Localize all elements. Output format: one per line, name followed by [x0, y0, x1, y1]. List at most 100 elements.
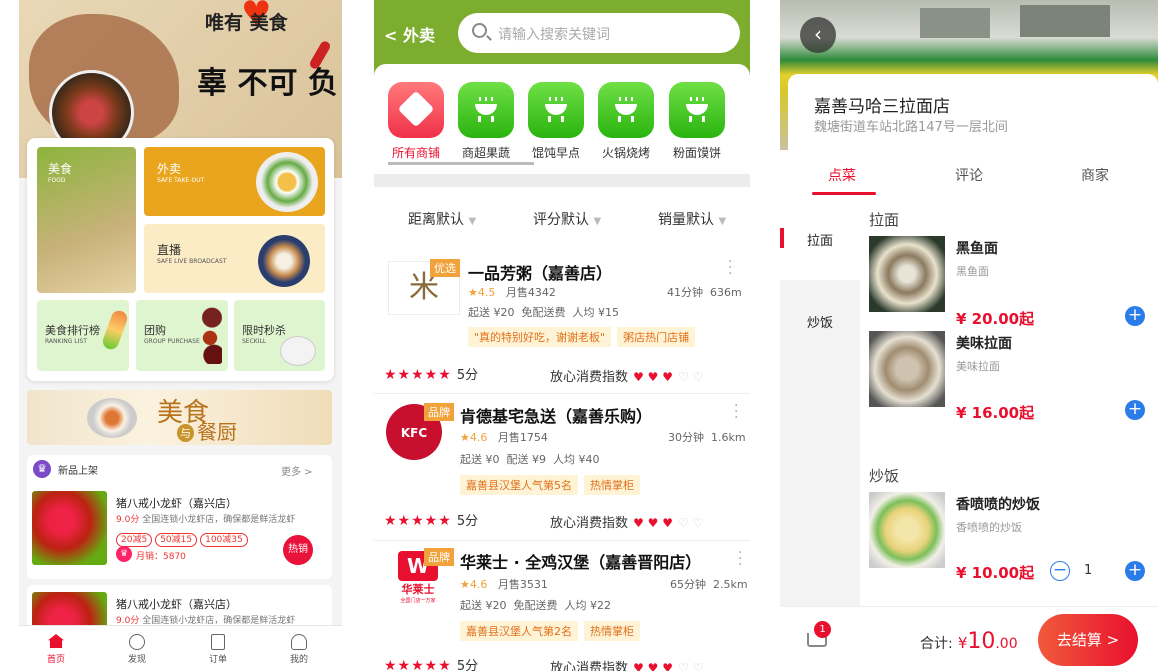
category-noodles[interactable] [669, 82, 725, 138]
back-button[interactable]: < 外卖 [384, 22, 435, 46]
grill-icon [475, 97, 497, 122]
store-name: 一品芳粥（嘉善店） [468, 264, 613, 283]
caret-down-icon: ▼ [593, 216, 602, 227]
dish-price: ¥ 20.00起 [956, 310, 1035, 328]
star-icon: ★ [468, 286, 478, 299]
store-badge: 品牌 [424, 403, 454, 421]
section-title: 拉面 [869, 211, 900, 229]
store-card[interactable]: W 华莱士 全国门店一万家 品牌 华莱士 · 全鸡汉堡（嘉善晋阳店） · · · ★… [374, 541, 750, 671]
store-fees: 起送 ¥20 免配送费 人均 ¥22 [460, 599, 611, 612]
tile-subtitle: RANKING LIST [45, 338, 87, 345]
heart-icon: ♥ ♥ ♥ [633, 661, 674, 671]
store-fees: 起送 ¥0 配送 ¥9 人均 ¥40 [460, 453, 600, 466]
tile-food[interactable]: 美食 FOOD [37, 147, 136, 293]
store-rating: 4.5 [477, 286, 496, 299]
more-icon[interactable]: · · · [734, 399, 738, 425]
add-button[interactable]: + [1125, 306, 1145, 326]
sort-label: 评分默认 [533, 212, 589, 228]
coupon-badge: 20减5 [116, 533, 153, 547]
category-label: 商超果蔬 [461, 146, 510, 160]
tab-label: 订单 [208, 655, 227, 665]
tile-subtitle: SECKILL [242, 338, 267, 345]
total-label: 合计: [920, 636, 953, 652]
tab-orders[interactable]: 订单 [198, 634, 238, 665]
category-breakfast[interactable] [528, 82, 584, 138]
store-card[interactable]: 米 优选 一品芳粥（嘉善店） · · · ★4.5 月售4342 41分钟 636m… [374, 247, 750, 393]
more-icon[interactable]: · · · [728, 255, 732, 281]
sort-rating[interactable]: 评分默认 ▼ [533, 209, 601, 229]
tile-subtitle: GROUP PURCHASE [144, 338, 200, 345]
tab-home[interactable]: 首页 [36, 634, 76, 665]
category-label: 火锅烧烤 [601, 146, 650, 160]
sort-sales[interactable]: 销量默认 ▼ [658, 209, 726, 229]
tile-takeout[interactable]: 外卖 SAFE TAKE-OUT [144, 147, 325, 216]
delivery-info: 30分钟 1.6km [668, 429, 746, 445]
sidebar-item-fried-rice[interactable]: 炒饭 [780, 280, 860, 360]
tab-menu[interactable]: 点菜 [828, 165, 856, 185]
tile-group[interactable]: 团购 GROUP PURCHASE [136, 300, 228, 371]
tag-row: 嘉善县汉堡人气第5名 热情掌柜 [460, 474, 646, 495]
coupon-badge: 50减15 [155, 533, 198, 547]
promo-connector: 与 [177, 424, 194, 442]
more-icon[interactable]: · · · [738, 546, 742, 572]
search-input[interactable]: 请输入搜索关键词 [458, 13, 740, 53]
score-row: ★★★★★ 5分 [384, 655, 478, 671]
more-link[interactable]: 更多 > [281, 463, 313, 478]
tab-discover[interactable]: 发现 [117, 634, 157, 665]
phone-home: ♥ 唯有 美食 辜 不可 负 美食 FOOD 外卖 SAFE TAKE-OUT … [19, 0, 342, 671]
tag-icon [397, 90, 435, 128]
store-card[interactable]: KFC 品牌 肯德基宅急送（嘉善乐购） · · · ★4.6 月售1754 30分钟… [374, 394, 750, 540]
tab-label: 我的 [289, 655, 308, 665]
dish-desc: 黑鱼面 [956, 265, 989, 278]
add-button[interactable]: + [1125, 561, 1145, 581]
new-items-card: ♛ 新品上架 更多 > 猪八戒小龙虾（嘉兴店） 9.0分 全国连锁小龙虾店，确保… [27, 455, 332, 579]
distance: 2.5km [713, 578, 748, 591]
promo-banner[interactable]: 美食 与 餐厨 [27, 390, 332, 445]
store-sales: 月售3531 [497, 578, 548, 591]
caret-down-icon: ▼ [718, 216, 727, 227]
trust-label: 放心消费指数 [550, 370, 629, 385]
menu-item[interactable]: 美味拉面 美味拉面 ¥ 16.00起 + [869, 331, 1149, 422]
section-title: 新品上架 [58, 466, 98, 477]
heart-icon: ♥ ♥ ♥ [633, 370, 674, 384]
phone-shop: ‹ 嘉善马哈三拉面店 魏塘街道车站北路147号一层北间 点菜 评论 商家 拉面 … [780, 0, 1158, 671]
tab-reviews[interactable]: 评论 [955, 165, 983, 185]
menu-item[interactable]: 黑鱼面 黑鱼面 ¥ 20.00起 + [869, 236, 1149, 328]
store-sales: 月售1754 [497, 431, 548, 444]
sort-distance[interactable]: 距离默认 ▼ [408, 209, 476, 229]
dish-image [869, 492, 945, 568]
trust-row: 放心消费指数 ♥ ♥ ♥ ♡ ♡ [550, 366, 703, 385]
delivery-time: 65分钟 [670, 578, 706, 591]
tile-ranking[interactable]: 美食排行榜 RANKING LIST [37, 300, 130, 371]
back-button[interactable]: ‹ [800, 17, 836, 53]
tab-profile[interactable]: 我的 [279, 634, 319, 665]
item-name: 猪八戒小龙虾（嘉兴店） [116, 497, 237, 510]
remove-button[interactable]: − [1050, 561, 1070, 581]
rating-row: ★4.6 月售3531 [460, 576, 548, 592]
dish-desc: 香喷喷的炒饭 [956, 521, 1022, 534]
heart-outline-icon: ♡ ♡ [678, 370, 704, 384]
sidebar-item-lamian[interactable]: 拉面 [780, 198, 860, 280]
category-all[interactable] [388, 82, 444, 138]
total-amount: 10 [967, 629, 996, 654]
checkout-button[interactable]: 去结算 > [1038, 614, 1138, 666]
store-score: 5分 [456, 368, 479, 383]
category-hotpot[interactable] [598, 82, 654, 138]
category-scroll-indicator [388, 162, 534, 165]
category-grocery[interactable] [458, 82, 514, 138]
rating-row: ★4.6 月售1754 [460, 429, 548, 445]
sidebar-active-indicator [780, 228, 784, 248]
tab-merchant[interactable]: 商家 [1081, 165, 1109, 185]
tab-label: 首页 [46, 655, 65, 665]
tile-title: 限时秒杀 [242, 324, 286, 337]
shop-address: 魏塘街道车站北路147号一层北间 [814, 120, 1008, 135]
tile-live[interactable]: 直播 SAFE LIVE BROADCAST [144, 224, 325, 293]
list-item[interactable]: 猪八戒小龙虾（嘉兴店） 9.0分 全国连锁小龙虾店，确保都是鲜活龙虾 20减5 5… [27, 491, 332, 571]
menu-item[interactable]: 香喷喷的炒饭 香喷喷的炒饭 ¥ 10.00起 − 1 + [869, 492, 1149, 582]
heart-outline-icon: ♡ ♡ [678, 661, 704, 671]
add-button[interactable]: + [1125, 400, 1145, 420]
tile-seckill[interactable]: 限时秒杀 SECKILL [234, 300, 325, 371]
store-logo-text: KFC [400, 426, 428, 440]
sort-bar: 距离默认 ▼ 评分默认 ▼ 销量默认 ▼ [374, 187, 750, 247]
store-badge: 品牌 [424, 548, 454, 566]
